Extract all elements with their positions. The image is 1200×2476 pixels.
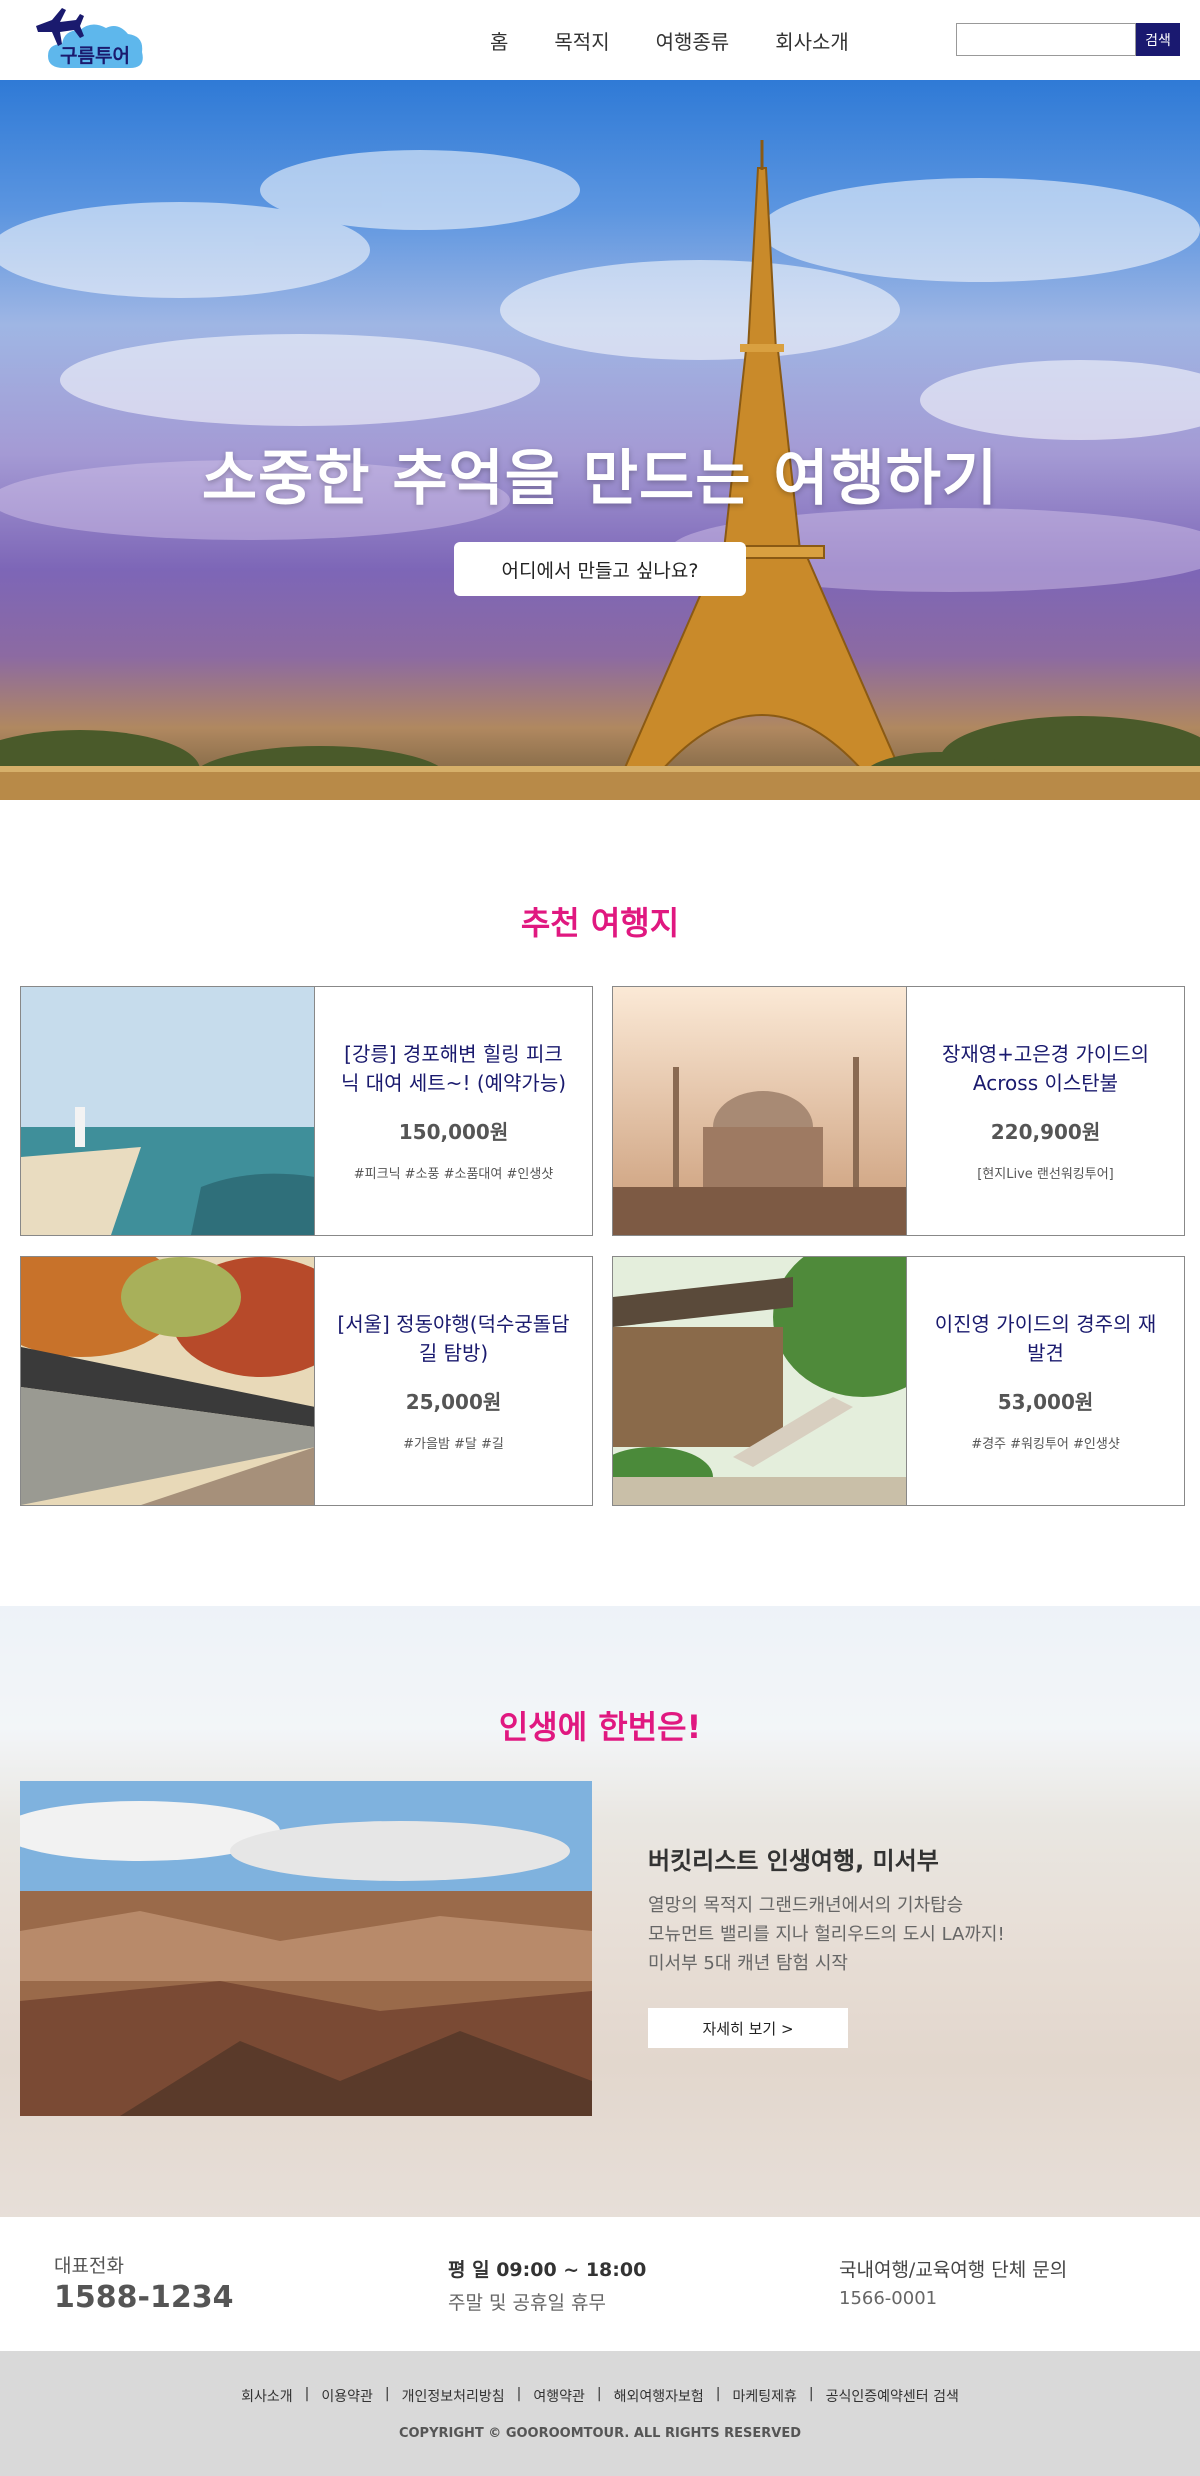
- istanbul-mosque-photo: [613, 987, 907, 1235]
- hero-title: 소중한 추억을 만드는 여행하기: [201, 444, 999, 514]
- card-price: 150,000원: [398, 1120, 509, 1144]
- nav-destination[interactable]: 목적지: [554, 26, 609, 55]
- contact-info: 대표전화 1588-1234 평 일 09:00 ~ 18:00 주말 및 공휴…: [0, 2217, 1200, 2351]
- card-price: 25,000원: [405, 1390, 502, 1414]
- lifetime-line: 열망의 목적지 그랜드캐년에서의 기차탑승: [648, 1895, 964, 1916]
- footer-link[interactable]: 여행약관: [533, 2386, 585, 2406]
- hours-block: 평 일 09:00 ~ 18:00 주말 및 공휴일 휴무: [448, 2255, 646, 2315]
- hero-cta-button[interactable]: 어디에서 만들고 싶나요?: [454, 542, 746, 596]
- lifetime-title: 인생에 한번은!: [498, 1708, 702, 1746]
- card-tags: #피크닉 #소풍 #소품대여 #인생샷: [353, 1167, 554, 1182]
- site-footer: 회사소개 | 이용약관 | 개인정보처리방침 | 여행약관 | 해외여행자보험 | 마케팅…: [0, 2351, 1200, 2476]
- main-nav: 홈 목적지 여행종류 회사소개: [490, 0, 895, 80]
- destination-card[interactable]: 장재영+고은경 가이드의 Across 이스탄불 220,900원 [현지Liv…: [612, 986, 1185, 1236]
- group-inquiry-label: 국내여행/교육여행 단체 문의: [839, 2259, 1068, 2281]
- logo-text: 구름투어: [60, 45, 130, 67]
- footer-links: 회사소개 | 이용약관 | 개인정보처리방침 | 여행약관 | 해외여행자보험 | 마케팅…: [241, 2386, 959, 2406]
- nav-home[interactable]: 홈: [490, 26, 508, 55]
- card-title: 장재영+고은경 가이드의 Across 이스탄불: [941, 1042, 1150, 1095]
- logo[interactable]: 구름투어: [32, 6, 150, 76]
- lifetime-heading: 버킷리스트 인생여행, 미서부: [648, 1847, 939, 1875]
- details-button[interactable]: 자세히 보기 >: [648, 2008, 848, 2048]
- bulguksa-temple-photo: [613, 1257, 907, 1505]
- beach-photo: [21, 987, 315, 1235]
- search-bar: 검색: [956, 23, 1180, 56]
- stone-wall-road-photo: [21, 1257, 315, 1505]
- group-inquiry-block: 국내여행/교육여행 단체 문의 1566-0001: [839, 2255, 1067, 2309]
- card-tags: #가을밤 #달 #길: [403, 1437, 504, 1452]
- recommended-cards: [강릉] 경포해변 힐링 피크닉 대여 세트~! (예약가능) 150,000원…: [0, 986, 1200, 1506]
- lifetime-section: 인생에 한번은! 버킷리스트 인생여행, 미서부 열망의 목적지 그랜드캐년에서…: [0, 1606, 1200, 2217]
- footer-link[interactable]: 해외여행자보험: [614, 2386, 704, 2406]
- recommended-title: 추천 여행지: [520, 904, 680, 942]
- card-price: 53,000원: [997, 1390, 1094, 1414]
- group-inquiry-number: 1566-0001: [839, 2288, 938, 2309]
- footer-link[interactable]: 회사소개: [241, 2386, 293, 2406]
- phone-number: 1588-1234: [54, 2280, 234, 2315]
- destination-card[interactable]: 이진영 가이드의 경주의 재발견 53,000원 #경주 #워킹투어 #인생샷: [612, 1256, 1185, 1506]
- footer-link[interactable]: 마케팅제휴: [733, 2386, 797, 2406]
- hero-banner: 소중한 추억을 만드는 여행하기 어디에서 만들고 싶나요?: [0, 80, 1200, 800]
- lifetime-line: 미서부 5대 캐년 탐험 시작: [648, 1952, 848, 1974]
- destination-card[interactable]: [서울] 정동야행(덕수궁돌담길 탐방) 25,000원 #가을밤 #달 #길: [20, 1256, 593, 1506]
- phone-block: 대표전화 1588-1234: [54, 2251, 233, 2315]
- footer-link[interactable]: 공식인증예약센터 검색: [826, 2386, 959, 2406]
- search-input[interactable]: [956, 23, 1136, 56]
- card-price: 220,900원: [990, 1120, 1101, 1144]
- footer-link[interactable]: 이용약관: [321, 2386, 373, 2406]
- site-header: 구름투어 홈 목적지 여행종류 회사소개 검색: [0, 0, 1200, 80]
- phone-label: 대표전화: [54, 2255, 124, 2277]
- copyright: COPYRIGHT © GOOROOMTOUR. ALL RIGHTS RESE…: [398, 2426, 802, 2441]
- lifetime-line: 모뉴먼트 밸리를 지나 헐리우드의 도시 LA까지!: [648, 1923, 1005, 1945]
- grand-canyon-photo: [20, 1781, 592, 2116]
- nav-about[interactable]: 회사소개: [775, 26, 849, 55]
- weekend-hours: 주말 및 공휴일 휴무: [448, 2292, 606, 2314]
- recommended-section: 추천 여행지 [강릉] 경포해변 힐링 피크닉 대여 세트~! (예약가능) 1…: [0, 800, 1200, 1606]
- card-title: [강릉] 경포해변 힐링 피크닉 대여 세트~! (예약가능): [340, 1042, 567, 1095]
- lifetime-text: 버킷리스트 인생여행, 미서부 열망의 목적지 그랜드캐년에서의 기차탑승 모뉴…: [648, 1841, 1005, 1978]
- card-title: [서울] 정동야행(덕수궁돌담길 탐방): [337, 1312, 570, 1365]
- footer-link[interactable]: 개인정보처리방침: [402, 2386, 505, 2406]
- card-title: 이진영 가이드의 경주의 재발견: [934, 1312, 1157, 1365]
- weekday-hours: 평 일 09:00 ~ 18:00: [448, 2259, 647, 2281]
- card-tags: #경주 #워킹투어 #인생샷: [971, 1437, 1120, 1452]
- nav-travel-type[interactable]: 여행종류: [656, 26, 730, 55]
- card-tags: [현지Live 랜선워킹투어]: [977, 1167, 1114, 1182]
- destination-card[interactable]: [강릉] 경포해변 힐링 피크닉 대여 세트~! (예약가능) 150,000원…: [20, 986, 593, 1236]
- search-button[interactable]: 검색: [1136, 23, 1180, 56]
